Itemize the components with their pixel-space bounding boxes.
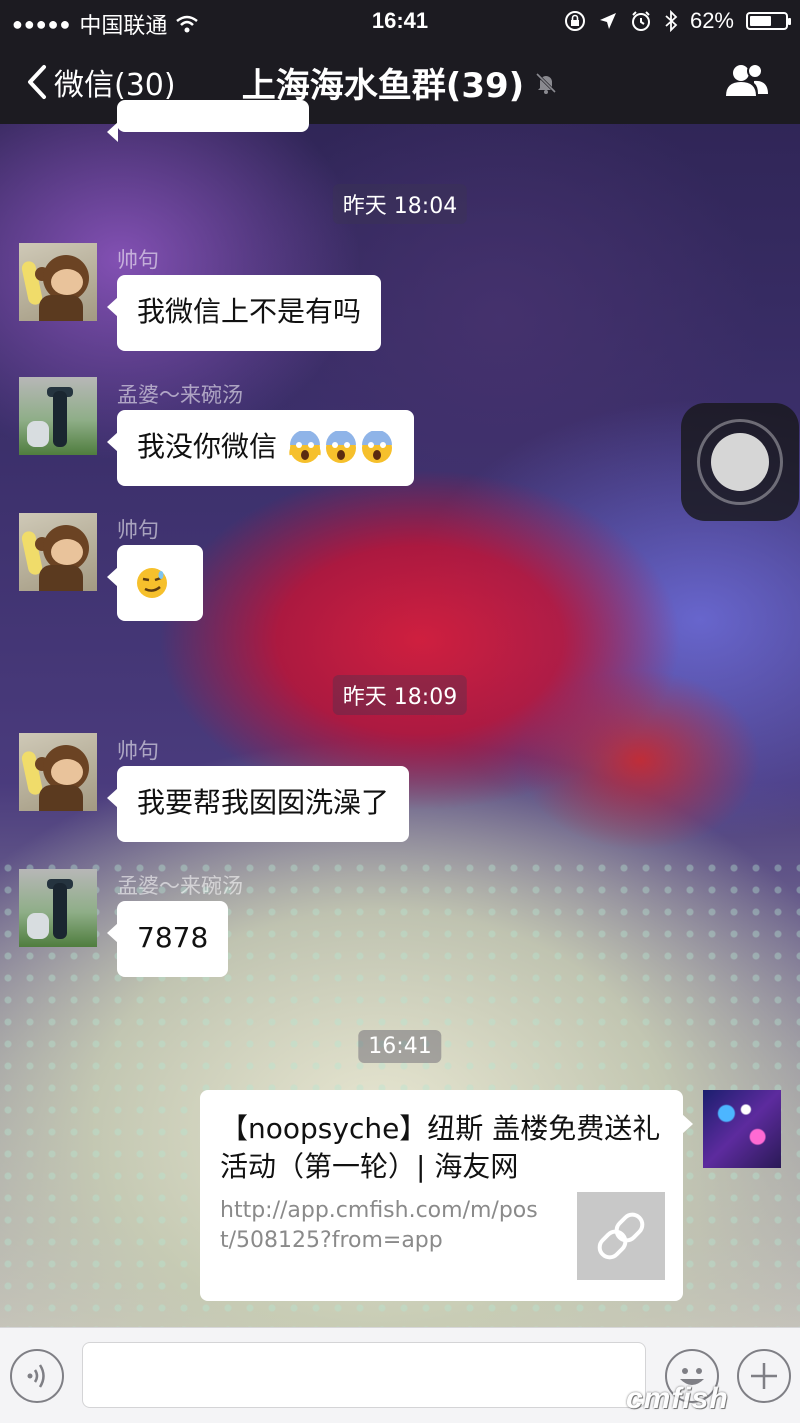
timestamp: 16:41 (358, 1030, 442, 1063)
message-bubble[interactable]: 我没你微信 (107, 410, 414, 486)
link-thumbnail (577, 1192, 665, 1280)
sender-name: 帅句 (117, 518, 159, 542)
sender-name: 孟婆～来碗汤 (117, 874, 243, 898)
link-card-bubble[interactable]: 【noopsyche】纽斯 盖楼免费送礼活动（第一轮）| 海友网 http://… (200, 1090, 693, 1301)
status-bar: ●●●●● 中国联通 16:41 62% (0, 0, 800, 40)
battery-level (750, 16, 772, 26)
scream-emoji-icon (289, 431, 321, 463)
sender-name: 孟婆～来碗汤 (117, 383, 243, 407)
timestamp: 昨天 18:09 (332, 675, 468, 715)
avatar[interactable] (19, 733, 97, 811)
watermark-logo: cmfish (626, 1382, 729, 1415)
alarm-icon (631, 11, 650, 31)
rotation-lock-icon (564, 11, 585, 31)
battery-percent: 62% (689, 8, 734, 33)
message-bubble[interactable]: 我要帮我囡囡洗澡了 (106, 766, 410, 842)
message-text: 我微信上不是有吗 (137, 295, 362, 328)
more-button[interactable] (737, 1349, 791, 1403)
avatar[interactable] (19, 243, 97, 321)
mute-bell-icon (536, 72, 557, 94)
link-url: http://app.cmfish.com/m/post/508125?from… (220, 1198, 538, 1253)
message-text: 我要帮我囡囡洗澡了 (137, 786, 390, 819)
voice-icon (27, 1364, 45, 1388)
message-bubble-partial[interactable] (107, 100, 309, 142)
plus-icon (751, 1363, 777, 1389)
link-title: 【noopsyche】纽斯 盖楼免费送礼活动（第一轮）| 海友网 (220, 1112, 661, 1183)
scream-emoji-icon (325, 431, 356, 463)
bluetooth-icon (665, 10, 678, 32)
message-bubble[interactable]: 7878 (106, 901, 229, 977)
voice-button[interactable] (10, 1349, 64, 1403)
avatar[interactable] (19, 377, 97, 455)
timestamp: 昨天 18:04 (332, 184, 468, 224)
avatar[interactable] (19, 869, 97, 947)
scream-emoji-icon (361, 431, 392, 463)
group-members-button[interactable] (724, 62, 770, 102)
sender-name: 帅句 (117, 248, 159, 272)
message-text: 我没你微信 (137, 430, 278, 463)
link-icon (597, 1212, 645, 1260)
assistive-touch-button[interactable] (681, 403, 799, 521)
location-icon (599, 13, 616, 29)
my-avatar[interactable] (703, 1090, 781, 1168)
message-bubble[interactable]: 我微信上不是有吗 (106, 275, 382, 351)
message-text: 7878 (137, 921, 209, 954)
message-input[interactable] (82, 1342, 646, 1408)
smirk-emoji-icon (137, 568, 167, 598)
message-bubble[interactable] (107, 545, 203, 621)
group-members-icon (726, 63, 768, 96)
battery-icon (746, 12, 791, 30)
avatar[interactable] (19, 513, 97, 591)
sender-name: 帅句 (117, 739, 159, 763)
